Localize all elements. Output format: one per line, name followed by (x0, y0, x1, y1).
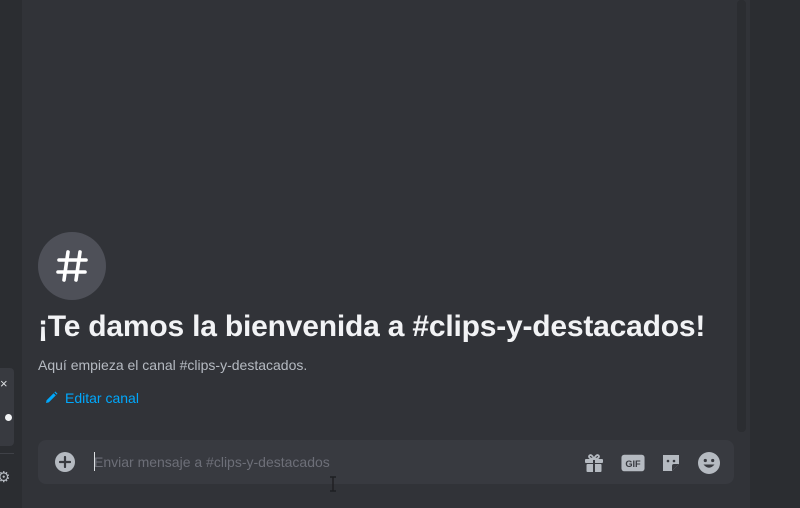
member-list-panel (750, 0, 800, 508)
gift-icon (585, 454, 603, 472)
close-icon[interactable]: × (0, 377, 8, 390)
pencil-icon (46, 391, 58, 403)
gift-button[interactable] (582, 451, 606, 475)
hash-icon (56, 250, 88, 282)
sticker-button[interactable] (659, 451, 683, 475)
plus-icon (59, 456, 71, 468)
chat-area (22, 0, 750, 508)
welcome-subtitle: Aquí empieza el canal #clips-y-destacado… (38, 357, 308, 373)
edit-channel-link[interactable]: Editar canal (44, 390, 139, 406)
text-cursor-icon (329, 476, 337, 496)
gear-icon[interactable]: ⚙ (0, 470, 10, 485)
emoji-button[interactable] (697, 451, 721, 475)
status-dot (5, 414, 12, 421)
gif-icon: GIF (621, 454, 645, 472)
message-input[interactable] (94, 451, 564, 473)
sticker-icon (663, 455, 679, 471)
emoji-icon (698, 452, 720, 474)
message-composer: GIF (38, 440, 734, 484)
svg-text:GIF: GIF (625, 459, 641, 469)
scrollbar[interactable] (737, 0, 746, 432)
edit-channel-label[interactable]: Editar canal (65, 390, 139, 406)
add-attachment-button[interactable] (55, 452, 75, 472)
channel-hash-icon (38, 232, 106, 300)
gif-button[interactable]: GIF (621, 451, 645, 475)
sidebar-divider (0, 453, 14, 454)
text-caret (94, 452, 95, 471)
welcome-title: ¡Te damos la bienvenida a #clips-y-desta… (38, 310, 706, 343)
